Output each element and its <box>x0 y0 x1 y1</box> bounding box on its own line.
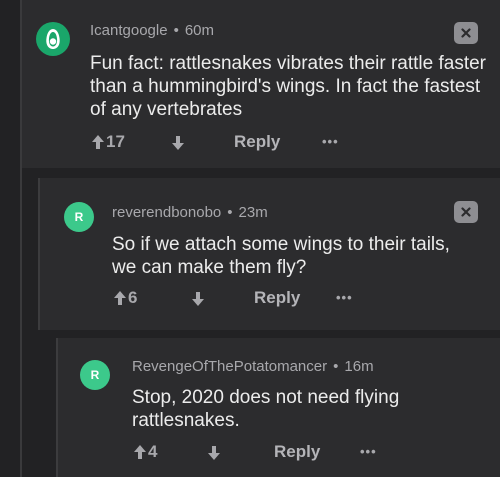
reply-button[interactable]: Reply <box>254 288 300 308</box>
avatar-letter: R <box>74 210 84 224</box>
upvote-button[interactable]: 17 <box>92 132 125 152</box>
comment-actions: 6 Reply ••• <box>114 288 474 310</box>
arrow-down-icon <box>208 446 220 460</box>
more-options-button[interactable]: ••• <box>322 134 339 149</box>
comment-body: Fun fact: rattlesnakes vibrates their ra… <box>90 53 487 120</box>
avatar-letter: R <box>90 368 100 382</box>
upvote-count: 17 <box>106 132 125 151</box>
comment-card: R reverendbonobo • 23m So if we attach som… <box>38 178 500 330</box>
arrow-up-icon <box>114 291 126 305</box>
timestamp: 16m <box>344 358 374 375</box>
more-options-button[interactable]: ••• <box>360 444 377 459</box>
close-icon <box>461 28 471 38</box>
reply-button[interactable]: Reply <box>234 132 280 152</box>
comment-body: So if we attach some wings to their tail… <box>112 234 450 278</box>
reply-button[interactable]: Reply <box>274 442 320 462</box>
separator-dot: • <box>173 22 179 39</box>
avatar[interactable]: R <box>80 360 110 390</box>
downvote-button[interactable] <box>192 292 204 306</box>
comment-card: Icantgoogle • 60m Fun fact: rattlesnakes v… <box>22 0 500 168</box>
username[interactable]: RevengeOfThePotatomancer <box>132 358 327 375</box>
upvote-button[interactable]: 6 <box>114 288 137 308</box>
close-button[interactable] <box>454 22 478 44</box>
more-options-button[interactable]: ••• <box>336 290 353 305</box>
username[interactable]: Icantgoogle <box>90 22 168 39</box>
downvote-button[interactable] <box>172 136 184 150</box>
avatar[interactable]: R <box>64 202 94 232</box>
avatar[interactable] <box>36 22 70 56</box>
upvote-count: 4 <box>148 442 158 461</box>
upvote-button[interactable]: 4 <box>134 442 157 462</box>
arrow-down-icon <box>172 136 184 150</box>
close-button[interactable] <box>454 201 478 223</box>
timestamp: 60m <box>184 22 215 39</box>
avocado-icon <box>46 29 60 49</box>
separator-dot: • <box>333 358 339 375</box>
comment-meta: Icantgoogle • 60m <box>90 22 214 39</box>
comment-actions: 4 Reply ••• <box>134 442 474 464</box>
username[interactable]: reverendbonobo <box>112 204 221 221</box>
comment-actions: 17 Reply ••• <box>92 132 472 154</box>
close-icon <box>461 207 471 217</box>
comment-card: R RevengeOfThePotatomancer • 16m Stop, 202… <box>56 338 500 477</box>
arrow-up-icon <box>92 135 104 149</box>
downvote-button[interactable] <box>208 446 220 460</box>
arrow-up-icon <box>134 445 146 459</box>
separator-dot: • <box>227 204 233 221</box>
upvote-count: 6 <box>128 288 138 307</box>
comment-meta: reverendbonobo • 23m <box>112 204 268 221</box>
comment-meta: RevengeOfThePotatomancer • 16m <box>132 358 374 375</box>
arrow-down-icon <box>192 292 204 306</box>
timestamp: 23m <box>238 204 268 221</box>
comment-body: Stop, 2020 does not need flying rattlesn… <box>132 387 400 431</box>
